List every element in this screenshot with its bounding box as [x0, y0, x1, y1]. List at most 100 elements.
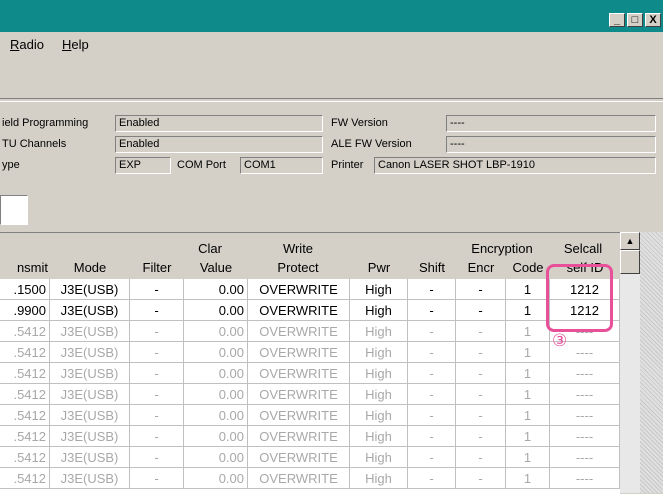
cell-mode[interactable]: J3E(USB): [50, 447, 130, 468]
cell-pwr[interactable]: High: [350, 405, 408, 426]
header-protect[interactable]: Protect: [248, 258, 348, 277]
cell-shift[interactable]: -: [408, 279, 456, 300]
cell-shift[interactable]: -: [408, 384, 456, 405]
cell-mode[interactable]: J3E(USB): [50, 300, 130, 321]
table-row[interactable]: .5412 J3E(USB) -0.00 OVERWRITE High - -1 ----: [0, 426, 620, 447]
cell-clar[interactable]: 0.00: [184, 321, 248, 342]
cell-selcall[interactable]: ----: [550, 384, 620, 405]
header-code[interactable]: Code: [506, 258, 550, 277]
cell-selcall[interactable]: ----: [550, 468, 620, 489]
cell-filter[interactable]: -: [130, 363, 184, 384]
cell-code[interactable]: 1: [506, 279, 550, 300]
cell-transmit[interactable]: .5412: [0, 447, 50, 468]
cell-mode[interactable]: J3E(USB): [50, 363, 130, 384]
table-row[interactable]: .5412 J3E(USB) -0.00 OVERWRITE High - -1 ----: [0, 342, 620, 363]
table-row[interactable]: .5412 J3E(USB) -0.00 OVERWRITE High - -1 ----: [0, 321, 620, 342]
cell-filter[interactable]: -: [130, 342, 184, 363]
cell-clar[interactable]: 0.00: [184, 342, 248, 363]
cell-clar[interactable]: 0.00: [184, 363, 248, 384]
menu-help[interactable]: Help: [62, 37, 89, 52]
cell-pwr[interactable]: High: [350, 447, 408, 468]
scroll-thumb[interactable]: [620, 250, 640, 274]
cell-protect[interactable]: OVERWRITE: [248, 468, 350, 489]
cell-encr[interactable]: -: [456, 321, 506, 342]
cell-filter[interactable]: -: [130, 321, 184, 342]
cell-encr[interactable]: -: [456, 279, 506, 300]
table-row[interactable]: .1500 J3E(USB) -0.00 OVERWRITE High - -1 1212: [0, 279, 620, 300]
cell-selcall[interactable]: ----: [550, 447, 620, 468]
header-filter[interactable]: Filter: [130, 258, 184, 277]
cell-pwr[interactable]: High: [350, 342, 408, 363]
cell-selcall[interactable]: ----: [550, 363, 620, 384]
cell-protect[interactable]: OVERWRITE: [248, 426, 350, 447]
cell-filter[interactable]: -: [130, 279, 184, 300]
cell-mode[interactable]: J3E(USB): [50, 279, 130, 300]
cell-code[interactable]: 1: [506, 342, 550, 363]
cell-clar[interactable]: 0.00: [184, 426, 248, 447]
cell-mode[interactable]: J3E(USB): [50, 342, 130, 363]
close-button[interactable]: X: [645, 13, 661, 27]
cell-filter[interactable]: -: [130, 426, 184, 447]
cell-encr[interactable]: -: [456, 468, 506, 489]
cell-filter[interactable]: -: [130, 300, 184, 321]
cell-mode[interactable]: J3E(USB): [50, 321, 130, 342]
cell-protect[interactable]: OVERWRITE: [248, 279, 350, 300]
cell-protect[interactable]: OVERWRITE: [248, 447, 350, 468]
cell-code[interactable]: 1: [506, 363, 550, 384]
cell-code[interactable]: 1: [506, 405, 550, 426]
cell-protect[interactable]: OVERWRITE: [248, 321, 350, 342]
cell-mode[interactable]: J3E(USB): [50, 468, 130, 489]
header-pwr[interactable]: Pwr: [350, 258, 408, 277]
menu-radio[interactable]: Radio: [10, 37, 44, 52]
cell-encr[interactable]: -: [456, 405, 506, 426]
cell-transmit[interactable]: .9900: [0, 300, 50, 321]
cell-clar[interactable]: 0.00: [184, 300, 248, 321]
cell-mode[interactable]: J3E(USB): [50, 405, 130, 426]
cell-shift[interactable]: -: [408, 447, 456, 468]
input-box[interactable]: [0, 195, 28, 225]
vertical-scrollbar[interactable]: ▲: [620, 232, 640, 493]
cell-transmit[interactable]: .5412: [0, 321, 50, 342]
cell-code[interactable]: 1: [506, 384, 550, 405]
cell-protect[interactable]: OVERWRITE: [248, 300, 350, 321]
cell-transmit[interactable]: .5412: [0, 468, 50, 489]
cell-filter[interactable]: -: [130, 405, 184, 426]
cell-encr[interactable]: -: [456, 363, 506, 384]
table-row[interactable]: .5412 J3E(USB) -0.00 OVERWRITE High - -1 ----: [0, 405, 620, 426]
table-row[interactable]: .5412 J3E(USB) -0.00 OVERWRITE High - -1 ----: [0, 384, 620, 405]
cell-transmit[interactable]: .1500: [0, 279, 50, 300]
cell-pwr[interactable]: High: [350, 321, 408, 342]
cell-filter[interactable]: -: [130, 447, 184, 468]
cell-transmit[interactable]: .5412: [0, 363, 50, 384]
cell-encr[interactable]: -: [456, 447, 506, 468]
cell-protect[interactable]: OVERWRITE: [248, 342, 350, 363]
header-transmit[interactable]: nsmit: [0, 258, 48, 277]
cell-shift[interactable]: -: [408, 342, 456, 363]
cell-filter[interactable]: -: [130, 384, 184, 405]
cell-filter[interactable]: -: [130, 468, 184, 489]
cell-pwr[interactable]: High: [350, 300, 408, 321]
cell-encr[interactable]: -: [456, 342, 506, 363]
cell-pwr[interactable]: High: [350, 426, 408, 447]
cell-code[interactable]: 1: [506, 447, 550, 468]
table-row[interactable]: .5412 J3E(USB) -0.00 OVERWRITE High - -1 ----: [0, 447, 620, 468]
cell-protect[interactable]: OVERWRITE: [248, 363, 350, 384]
cell-pwr[interactable]: High: [350, 279, 408, 300]
header-shift[interactable]: Shift: [408, 258, 456, 277]
minimize-button[interactable]: _: [609, 13, 625, 27]
cell-transmit[interactable]: .5412: [0, 405, 50, 426]
cell-shift[interactable]: -: [408, 300, 456, 321]
cell-pwr[interactable]: High: [350, 468, 408, 489]
cell-mode[interactable]: J3E(USB): [50, 426, 130, 447]
cell-shift[interactable]: -: [408, 468, 456, 489]
cell-pwr[interactable]: High: [350, 363, 408, 384]
cell-clar[interactable]: 0.00: [184, 384, 248, 405]
header-encr[interactable]: Encr: [456, 258, 506, 277]
table-row[interactable]: .5412 J3E(USB) -0.00 OVERWRITE High - -1 ----: [0, 363, 620, 384]
cell-transmit[interactable]: .5412: [0, 342, 50, 363]
table-row[interactable]: .5412 J3E(USB) -0.00 OVERWRITE High - -1 ----: [0, 468, 620, 489]
cell-encr[interactable]: -: [456, 384, 506, 405]
cell-code[interactable]: 1: [506, 426, 550, 447]
cell-protect[interactable]: OVERWRITE: [248, 405, 350, 426]
cell-encr[interactable]: -: [456, 300, 506, 321]
